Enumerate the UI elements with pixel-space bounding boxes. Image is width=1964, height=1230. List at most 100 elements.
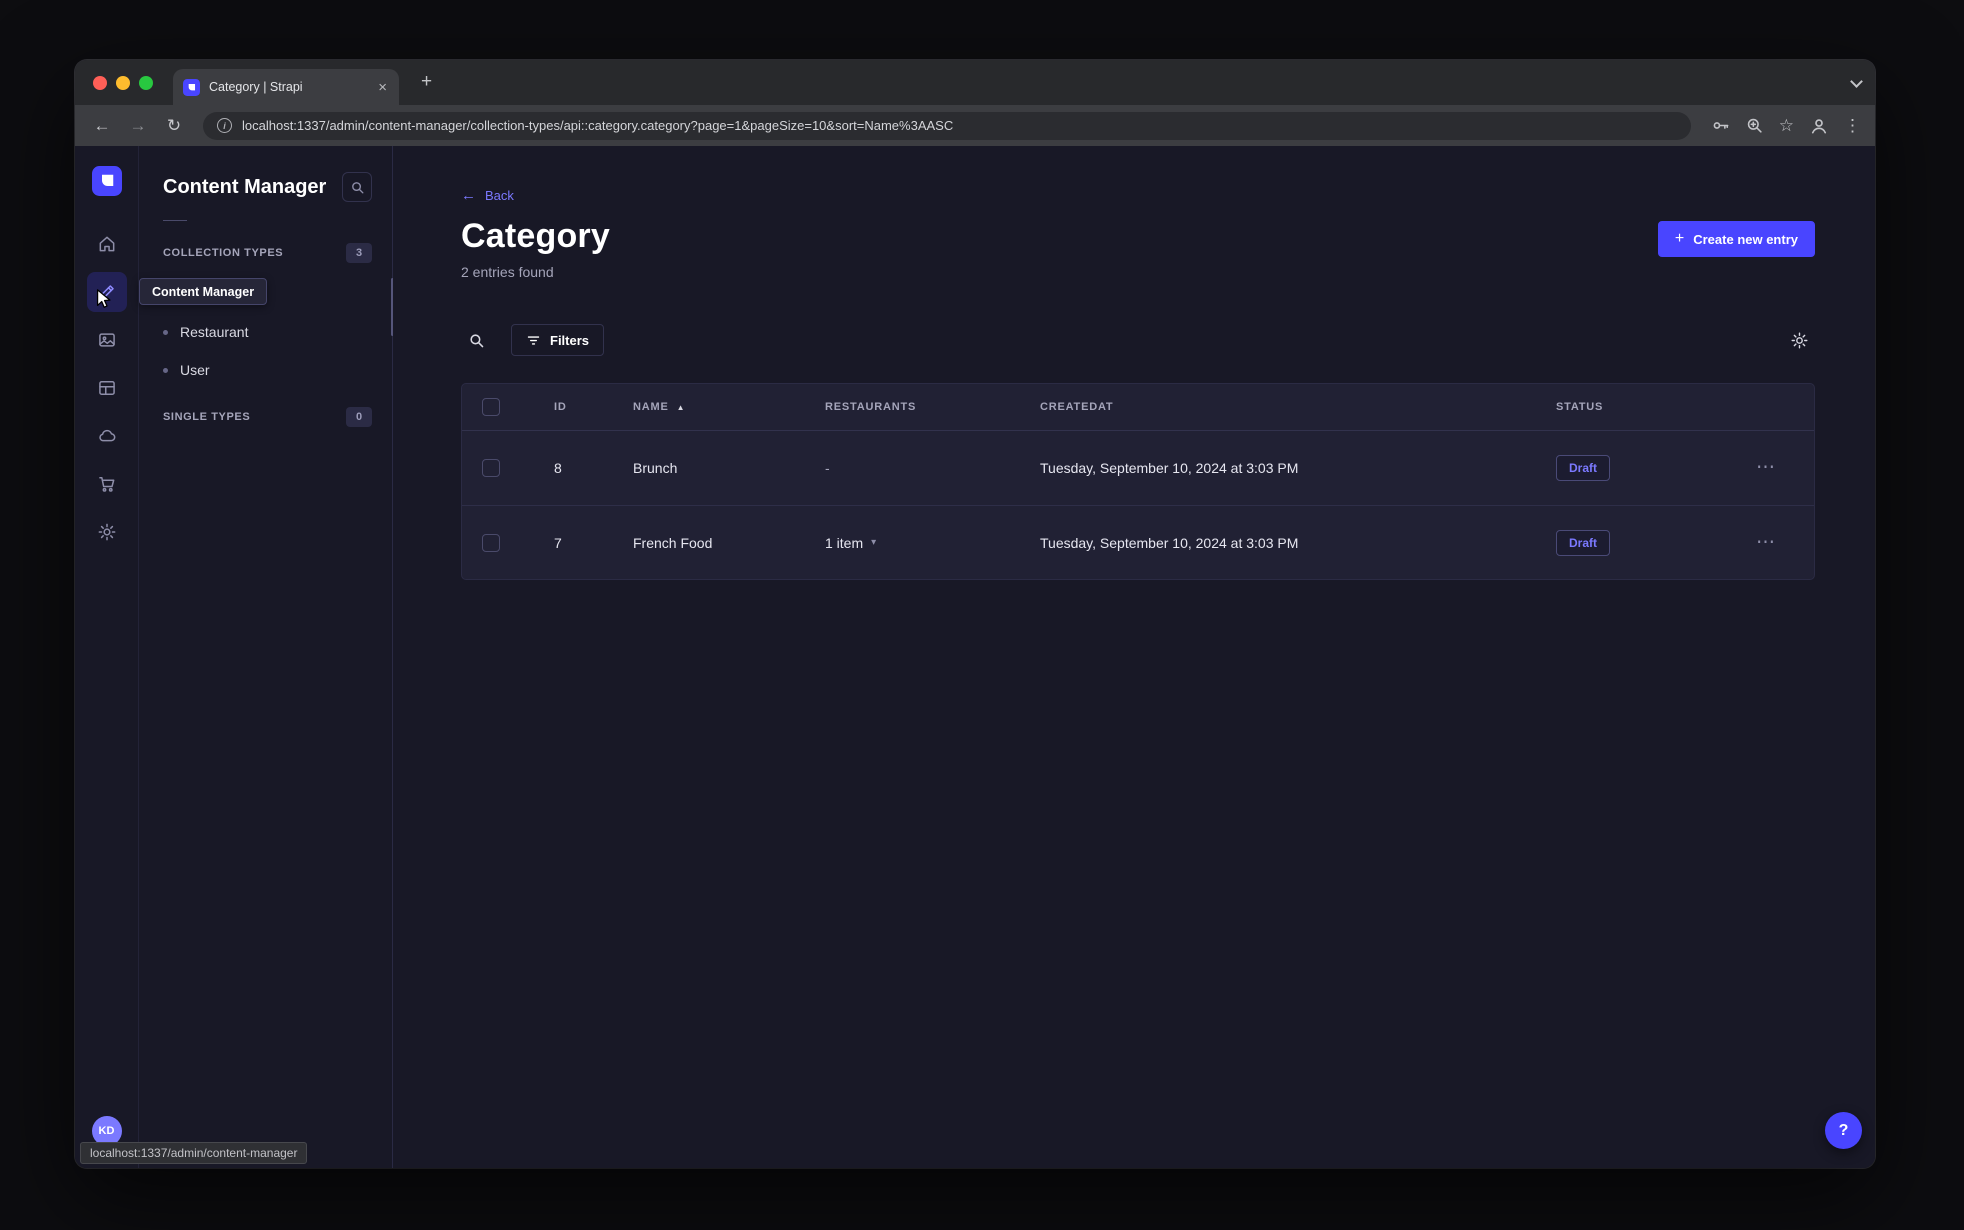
table-header-row: ID NAME ▲ RESTAURANTS CREATEDAT STATUS [462, 384, 1814, 431]
window-controls [93, 76, 153, 90]
header-name[interactable]: NAME [633, 401, 669, 413]
sidebar-search-button[interactable] [342, 172, 372, 202]
shopping-cart-icon [98, 477, 114, 492]
cell-name: Brunch [633, 460, 678, 476]
cell-restaurants: - [825, 460, 830, 476]
cell-createdat: Tuesday, September 10, 2024 at 3:03 PM [1040, 534, 1299, 551]
row-actions-icon[interactable]: ⋯ [1756, 458, 1775, 477]
toolbar-actions: ☆ ⋮ [1707, 116, 1861, 136]
table-row[interactable]: 7 French Food 1 item ▾ Tuesday, Septembe… [462, 505, 1814, 579]
link-preview-status-bar: localhost:1337/admin/content-manager [80, 1142, 308, 1164]
close-window-button[interactable] [93, 76, 107, 90]
header-createdat[interactable]: CREATEDAT [1040, 401, 1113, 413]
cell-name: French Food [633, 534, 713, 551]
strapi-app: KD Content Manager COLLECTION TYPES 3 Re… [75, 146, 1875, 1168]
search-icon [351, 181, 363, 193]
nav-content-type-builder-button[interactable] [87, 368, 127, 408]
filter-icon [527, 335, 540, 345]
browser-tab[interactable]: Category | Strapi × [173, 69, 399, 105]
browser-tab-strip: Category | Strapi × + [75, 60, 1875, 105]
url-text: localhost:1337/admin/content-manager/col… [242, 118, 954, 133]
table-row[interactable]: 8 Brunch - Tuesday, September 10, 2024 a… [462, 431, 1814, 505]
header-restaurants[interactable]: RESTAURANTS [825, 401, 916, 413]
back-arrow-icon: ← [461, 187, 476, 204]
gear-icon [1791, 332, 1807, 348]
tab-close-icon[interactable]: × [376, 79, 389, 96]
status-badge: Draft [1556, 529, 1611, 556]
sidebar-item-user[interactable]: User [163, 351, 372, 389]
search-icon [469, 333, 483, 347]
cell-id: 7 [554, 534, 562, 551]
nav-settings-button[interactable] [87, 512, 127, 552]
sidebar-item-label: Restaurant [180, 324, 249, 340]
layout-icon [98, 381, 115, 395]
zoom-icon[interactable] [1745, 116, 1764, 135]
sidebar-title: Content Manager [163, 175, 327, 198]
header-status[interactable]: STATUS [1556, 401, 1603, 413]
table-search-button[interactable] [461, 325, 491, 355]
collection-types-heading: COLLECTION TYPES [163, 247, 284, 259]
cell-restaurants: 1 item [825, 534, 864, 551]
nav-marketplace-button[interactable] [87, 464, 127, 504]
password-key-icon[interactable] [1711, 116, 1730, 135]
nav-home-button[interactable] [87, 224, 127, 264]
reload-button[interactable]: ↻ [161, 116, 187, 136]
desktop-background: Category | Strapi × + ← → ↻ i localhost:… [0, 0, 1964, 1230]
browser-toolbar: ← → ↻ i localhost:1337/admin/content-man… [75, 105, 1875, 146]
nav-cloud-button[interactable] [87, 416, 127, 456]
back-button[interactable]: ← [89, 116, 115, 136]
image-icon [98, 333, 115, 347]
cell-createdat: Tuesday, September 10, 2024 at 3:03 PM [1040, 460, 1299, 476]
single-types-count-badge: 0 [346, 407, 372, 427]
help-button[interactable]: ? [1825, 1112, 1862, 1149]
sort-ascending-icon[interactable]: ▲ [677, 403, 685, 412]
create-new-entry-button[interactable]: + Create new entry [1657, 221, 1815, 257]
address-bar[interactable]: i localhost:1337/admin/content-manager/c… [203, 111, 1691, 140]
filters-label: Filters [550, 332, 590, 348]
header-id[interactable]: ID [554, 401, 567, 413]
row-checkbox[interactable] [482, 459, 500, 477]
filters-button[interactable]: Filters [511, 324, 605, 356]
main-content: ← Back Category 2 entries found + Create… [393, 146, 1875, 1168]
back-link[interactable]: ← Back [461, 188, 514, 203]
nav-tooltip: Content Manager [139, 278, 268, 305]
list-toolbar: Filters [461, 324, 1815, 356]
page-header: Category 2 entries found [461, 217, 610, 280]
select-all-checkbox[interactable] [482, 398, 500, 416]
mouse-cursor [96, 289, 111, 308]
status-badge: Draft [1556, 455, 1611, 481]
browser-window: Category | Strapi × + ← → ↻ i localhost:… [75, 60, 1875, 1168]
strapi-logo[interactable] [91, 166, 122, 196]
home-icon [99, 236, 114, 252]
back-link-label: Back [485, 188, 514, 203]
site-info-icon[interactable]: i [217, 118, 232, 133]
sidebar-item-label: User [180, 362, 210, 378]
caret-down-icon[interactable]: ▾ [871, 537, 876, 548]
tab-title: Category | Strapi [209, 80, 303, 94]
new-tab-button[interactable]: + [421, 72, 432, 92]
browser-menu-icon[interactable]: ⋮ [1844, 117, 1861, 134]
minimize-window-button[interactable] [116, 76, 130, 90]
forward-button[interactable]: → [125, 116, 151, 136]
profile-avatar-icon[interactable] [1809, 116, 1829, 136]
sidebar-item-restaurant[interactable]: Restaurant [163, 313, 372, 351]
row-checkbox[interactable] [482, 533, 500, 552]
fullscreen-window-button[interactable] [139, 76, 153, 90]
gear-icon [98, 523, 115, 541]
bullet-icon [163, 367, 168, 373]
entries-count: 2 entries found [461, 264, 554, 280]
cloud-icon [98, 429, 115, 442]
view-settings-button[interactable] [1783, 324, 1815, 356]
single-types-heading: SINGLE TYPES [163, 411, 251, 423]
page-title: Category [461, 217, 610, 255]
row-actions-icon[interactable]: ⋯ [1756, 533, 1775, 552]
strapi-favicon-icon [183, 78, 200, 96]
entries-table: ID NAME ▲ RESTAURANTS CREATEDAT STATUS 8 [461, 383, 1815, 580]
plus-icon: + [1674, 230, 1685, 247]
nav-media-library-button[interactable] [87, 320, 127, 360]
divider [163, 220, 187, 221]
cell-id: 8 [554, 460, 562, 476]
create-new-entry-label: Create new entry [1693, 231, 1798, 247]
bookmark-star-icon[interactable]: ☆ [1779, 117, 1794, 134]
chevron-down-icon[interactable] [1850, 75, 1863, 88]
